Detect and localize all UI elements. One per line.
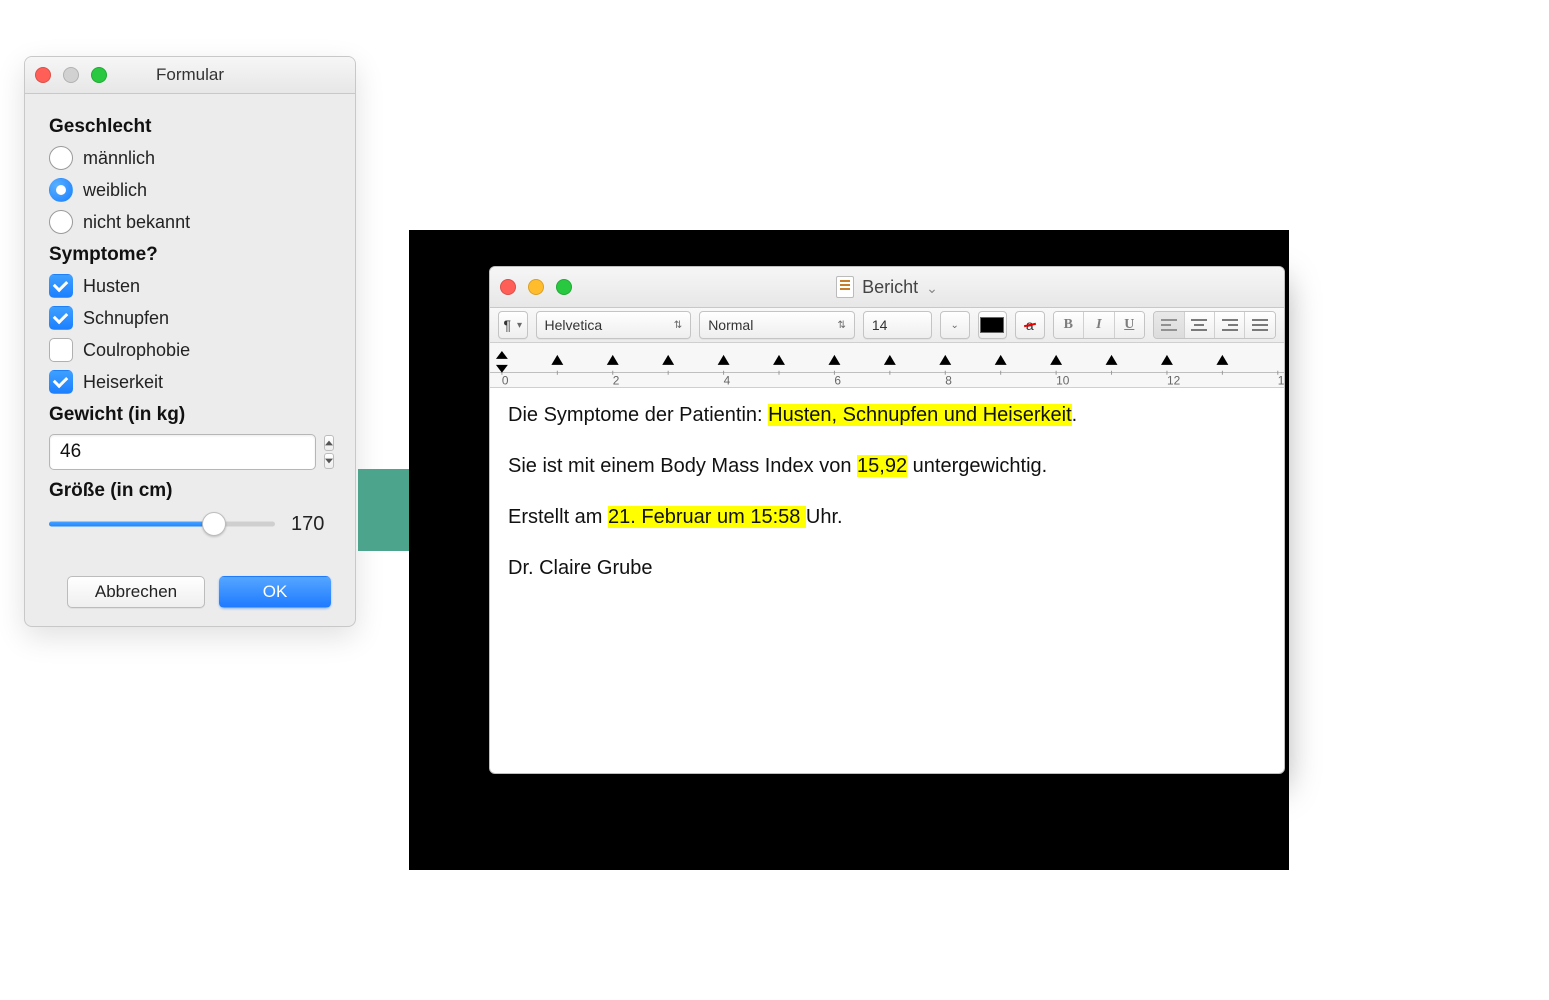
slider-thumb-icon[interactable] <box>202 512 226 536</box>
font-style-group: B I U <box>1053 311 1145 339</box>
chevron-down-icon: ⌄ <box>951 320 959 331</box>
updown-icon: ⇅ <box>837 320 845 331</box>
svg-text:0: 0 <box>502 374 509 387</box>
symptom-label: Schnupfen <box>83 308 169 329</box>
cancel-button[interactable]: Abbrechen <box>67 576 205 608</box>
gender-label: weiblich <box>83 180 147 201</box>
font-size: 14 <box>872 317 888 333</box>
height-value: 170 <box>291 513 331 536</box>
bericht-title: Bericht <box>862 277 918 298</box>
gender-heading: Geschlecht <box>49 116 331 138</box>
checkbox-icon <box>49 338 73 362</box>
svg-text:10: 10 <box>1056 374 1070 387</box>
gender-option-unknown[interactable]: nicht bekannt <box>49 210 331 234</box>
align-center-button[interactable] <box>1185 312 1215 338</box>
svg-text:4: 4 <box>724 374 731 387</box>
minimize-icon[interactable] <box>528 279 544 295</box>
editor-toolbar: ¶ ▾ Helvetica ⇅ Normal ⇅ 14 ⌄ a <box>490 308 1284 343</box>
align-right-icon <box>1222 319 1238 331</box>
close-icon[interactable] <box>500 279 516 295</box>
zoom-icon[interactable] <box>91 67 107 83</box>
report-body[interactable]: Die Symptome der Patientin: Husten, Schn… <box>490 388 1284 624</box>
document-icon <box>836 276 854 298</box>
align-center-icon <box>1191 319 1207 331</box>
italic-button[interactable]: I <box>1084 312 1114 338</box>
align-left-icon <box>1161 319 1177 331</box>
align-right-button[interactable] <box>1215 312 1245 338</box>
symptom-label: Heiserkeit <box>83 372 163 393</box>
weight-heading: Gewicht (in kg) <box>49 404 331 426</box>
checkbox-icon <box>49 274 73 298</box>
symptoms-heading: Symptome? <box>49 244 331 266</box>
highlight: Husten, Schnupfen und Heiserkeit <box>768 404 1072 426</box>
weight-input[interactable] <box>49 434 316 470</box>
symptom-cough[interactable]: Husten <box>49 274 331 298</box>
svg-text:2: 2 <box>613 374 620 387</box>
minimize-icon[interactable] <box>63 67 79 83</box>
height-heading: Größe (in cm) <box>49 480 331 502</box>
form-titlebar: Formular <box>25 57 355 94</box>
symptom-coulrophobia[interactable]: Coulrophobie <box>49 338 331 362</box>
report-line-2: Sie ist mit einem Body Mass Index von 15… <box>508 453 1266 480</box>
highlight: 21. Februar um 15:58 <box>608 506 806 528</box>
gender-option-male[interactable]: männlich <box>49 146 331 170</box>
form-window: Formular Geschlecht männlich weiblich ni… <box>24 56 356 627</box>
underline-button[interactable]: U <box>1115 312 1144 338</box>
font-name: Helvetica <box>545 317 603 333</box>
checkbox-icon <box>49 370 73 394</box>
gender-option-female[interactable]: weiblich <box>49 178 331 202</box>
report-line-4: Dr. Claire Grube <box>508 555 1266 582</box>
style-name: Normal <box>708 317 753 333</box>
font-size-stepper[interactable]: ⌄ <box>940 311 970 339</box>
color-swatch-icon <box>980 317 1004 333</box>
symptom-hoarseness[interactable]: Heiserkeit <box>49 370 331 394</box>
svg-text:14: 14 <box>1278 374 1284 387</box>
text-color-button[interactable] <box>978 311 1008 339</box>
radio-icon <box>49 178 73 202</box>
font-size-select[interactable]: 14 <box>863 311 932 339</box>
height-slider[interactable] <box>49 512 275 536</box>
report-line-1: Die Symptome der Patientin: Husten, Schn… <box>508 402 1266 429</box>
report-line-3: Erstellt am 21. Februar um 15:58 Uhr. <box>508 504 1266 531</box>
pilcrow-icon: ¶ <box>503 317 511 333</box>
updown-icon: ⇅ <box>674 320 682 331</box>
symptom-cold[interactable]: Schnupfen <box>49 306 331 330</box>
highlight: 15,92 <box>857 455 907 477</box>
bericht-titlebar: Bericht ⌄ <box>490 267 1284 308</box>
bericht-window: Bericht ⌄ ¶ ▾ Helvetica ⇅ Normal ⇅ <box>489 266 1285 774</box>
paragraph-menu[interactable]: ¶ ▾ <box>498 311 528 339</box>
weight-stepper[interactable] <box>324 434 334 470</box>
radio-icon <box>49 210 73 234</box>
zoom-icon[interactable] <box>556 279 572 295</box>
symptom-label: Husten <box>83 276 140 297</box>
strike-color-button[interactable]: a <box>1015 311 1045 339</box>
checkbox-icon <box>49 306 73 330</box>
font-select[interactable]: Helvetica ⇅ <box>536 311 692 339</box>
align-left-button[interactable] <box>1154 312 1184 338</box>
align-justify-icon <box>1252 319 1268 331</box>
svg-text:12: 12 <box>1167 374 1181 387</box>
svg-text:6: 6 <box>834 374 841 387</box>
radio-icon <box>49 146 73 170</box>
stepper-down-icon[interactable] <box>324 453 334 469</box>
gender-label: nicht bekannt <box>83 212 190 233</box>
align-justify-button[interactable] <box>1245 312 1274 338</box>
gender-label: männlich <box>83 148 155 169</box>
alignment-group <box>1153 311 1276 339</box>
chevron-down-icon[interactable]: ⌄ <box>926 280 938 297</box>
close-icon[interactable] <box>35 67 51 83</box>
style-select[interactable]: Normal ⇅ <box>699 311 855 339</box>
chevron-down-icon: ▾ <box>517 320 522 331</box>
symptom-label: Coulrophobie <box>83 340 190 361</box>
ok-button[interactable]: OK <box>219 576 331 608</box>
bold-button[interactable]: B <box>1054 312 1084 338</box>
ruler[interactable]: 0 2 4 6 8 10 12 14 <box>490 343 1284 388</box>
svg-text:8: 8 <box>945 374 952 387</box>
dark-backdrop: Bericht ⌄ ¶ ▾ Helvetica ⇅ Normal ⇅ <box>409 230 1289 870</box>
strike-icon: a <box>1026 317 1034 333</box>
stepper-up-icon[interactable] <box>324 435 334 451</box>
